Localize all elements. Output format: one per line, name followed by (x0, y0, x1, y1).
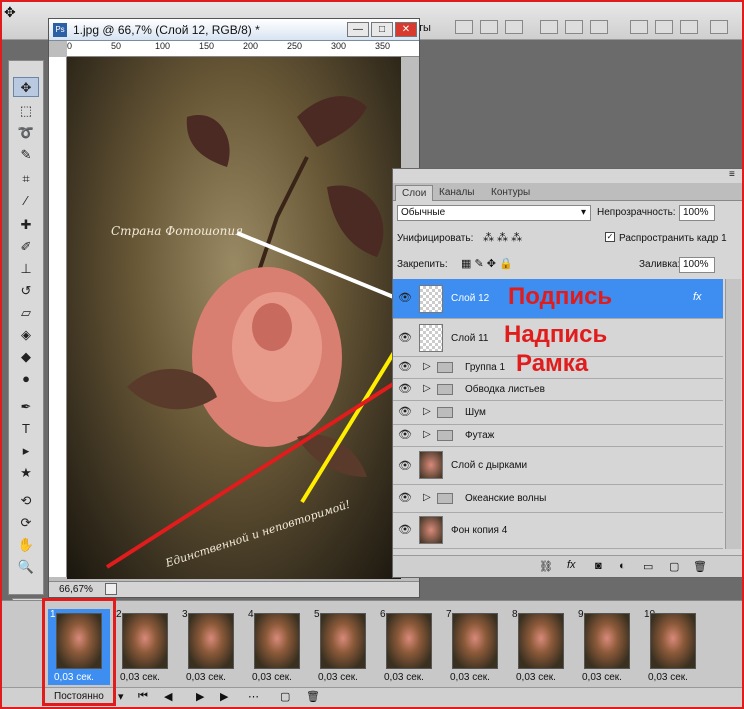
screenshot-border (0, 0, 744, 709)
